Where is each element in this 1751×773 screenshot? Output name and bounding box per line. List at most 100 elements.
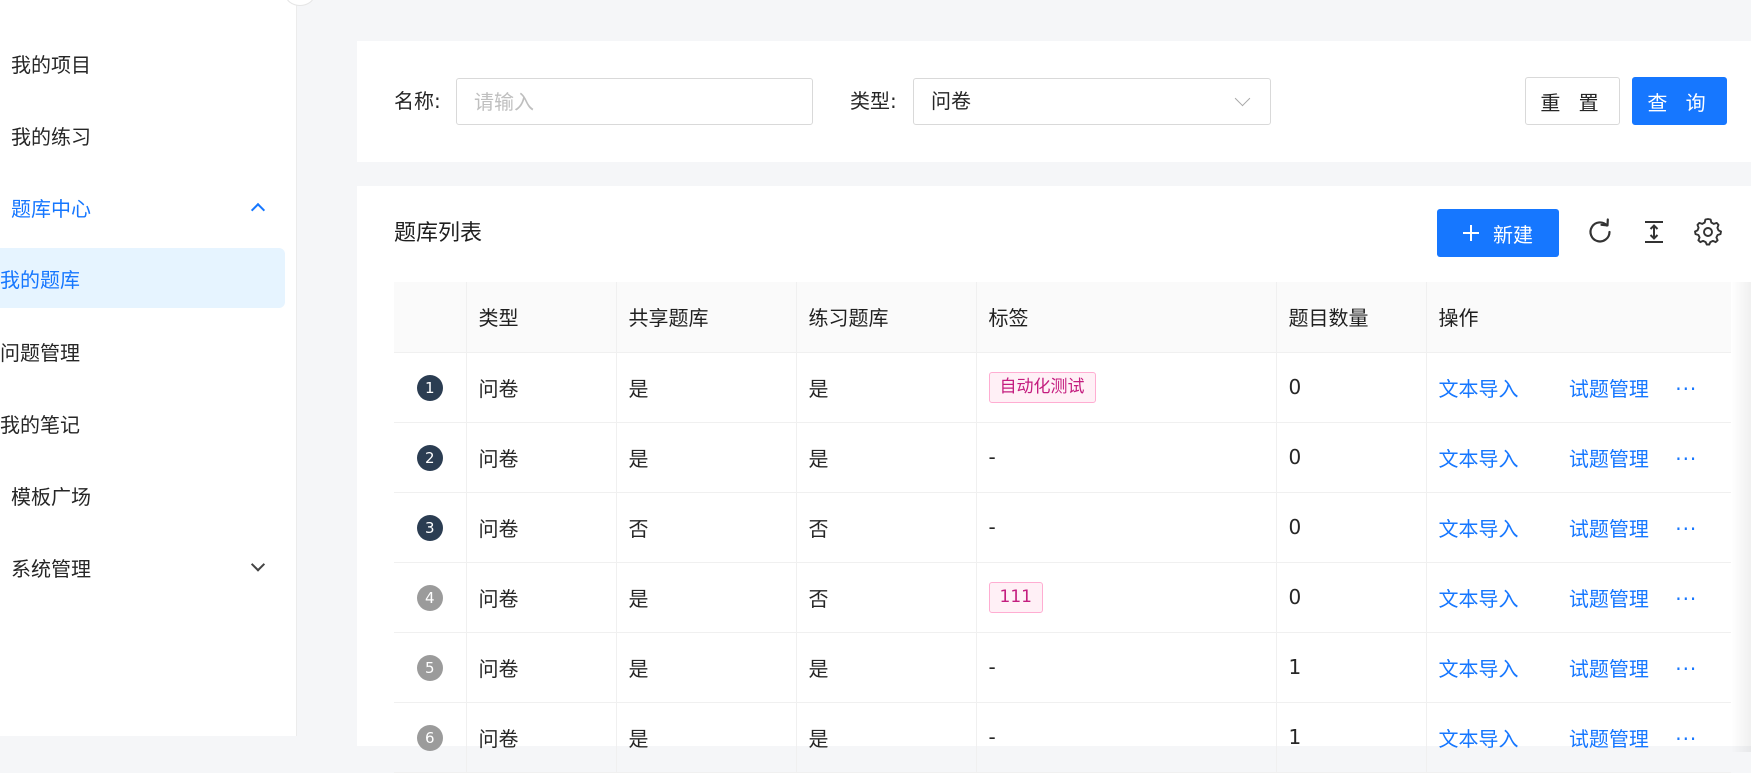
sidebar: 我的项目 我的练习 题库中心 我的题库 问题管理 我的笔记 模板广场 系统管理 (0, 0, 315, 736)
menu-item-label: 我的项目 (11, 52, 91, 77)
cell-type: 问卷 (466, 632, 617, 703)
row-index-badge: 1 (416, 374, 443, 401)
refresh-icon[interactable] (1586, 218, 1614, 246)
cell-type: 问卷 (466, 422, 617, 493)
cell-question-count: 1 (1276, 702, 1427, 773)
menu-item-label: 题库中心 (11, 196, 91, 221)
cell-shared: 是 (616, 352, 797, 423)
menu-item-label: 问题管理 (0, 340, 80, 365)
text-import-link[interactable]: 文本导入 (1439, 517, 1519, 541)
cell-index: 4 (394, 562, 467, 633)
column-header-question-count[interactable]: 题目数量 (1276, 282, 1427, 353)
new-button[interactable]: 新建 (1437, 209, 1559, 257)
search-form: 名称: 类型: 问卷 重 置 查 询 (357, 41, 1751, 162)
cell-index: 6 (394, 702, 467, 773)
more-actions-icon[interactable]: ··· (1675, 657, 1697, 681)
menu-item-my-projects[interactable]: 我的项目 (0, 33, 285, 93)
table-row: 6 问卷 是 是 - 1 文本导入 试题管理 ··· (394, 702, 1731, 773)
row-index-badge: 4 (416, 584, 443, 611)
question-management-link[interactable]: 试题管理 (1569, 587, 1649, 611)
cell-question-count: 0 (1276, 492, 1427, 563)
cell-tags: 111 (976, 562, 1277, 633)
menu-item-label: 我的题库 (0, 267, 80, 292)
more-actions-icon[interactable]: ··· (1675, 727, 1697, 751)
table-row: 4 问卷 是 否 111 0 文本导入 试题管理 ··· (394, 562, 1731, 633)
menu-item-system-management[interactable]: 系统管理 (0, 537, 285, 597)
tag-empty: - (988, 445, 996, 469)
name-input[interactable] (456, 78, 813, 125)
question-management-link[interactable]: 试题管理 (1569, 727, 1649, 751)
question-management-link[interactable]: 试题管理 (1569, 377, 1649, 401)
cell-index: 5 (394, 632, 467, 703)
table-row: 2 问卷 是 是 - 0 文本导入 试题管理 ··· (394, 422, 1731, 493)
row-index-badge: 5 (416, 654, 443, 681)
cell-actions: 文本导入 试题管理 ··· (1426, 562, 1731, 633)
question-management-link[interactable]: 试题管理 (1569, 447, 1649, 471)
text-import-link[interactable]: 文本导入 (1439, 377, 1519, 401)
cell-actions: 文本导入 试题管理 ··· (1426, 352, 1731, 423)
cell-tags: - (976, 702, 1277, 773)
cell-question-count: 1 (1276, 632, 1427, 703)
query-button[interactable]: 查 询 (1632, 77, 1727, 125)
cell-index: 2 (394, 422, 467, 493)
question-management-link[interactable]: 试题管理 (1569, 517, 1649, 541)
more-actions-icon[interactable]: ··· (1675, 517, 1697, 541)
chevron-up-icon (250, 202, 266, 218)
type-field-label: 类型: (850, 89, 897, 113)
text-import-link[interactable]: 文本导入 (1439, 447, 1519, 471)
cell-shared: 否 (616, 492, 797, 563)
type-select[interactable]: 问卷 (913, 78, 1271, 125)
column-header-type[interactable]: 类型 (466, 282, 617, 353)
menu-item-template-plaza[interactable]: 模板广场 (0, 465, 285, 525)
type-select-value: 问卷 (931, 89, 971, 113)
column-height-icon[interactable] (1640, 218, 1668, 246)
tag-empty: - (988, 515, 996, 539)
cell-type: 问卷 (466, 702, 617, 773)
text-import-link[interactable]: 文本导入 (1439, 657, 1519, 681)
table-header-row: 类型 共享题库 练习题库 标签 题目数量 操作 (394, 282, 1731, 353)
sidebar-collapse-button[interactable] (285, 0, 315, 6)
name-field-label: 名称: (394, 89, 441, 113)
cell-type: 问卷 (466, 352, 617, 423)
column-header-tags[interactable]: 标签 (976, 282, 1277, 353)
row-index-badge: 3 (416, 514, 443, 541)
reset-button[interactable]: 重 置 (1525, 77, 1620, 125)
more-actions-icon[interactable]: ··· (1675, 377, 1697, 401)
menu-item-question-management[interactable]: 问题管理 (0, 321, 285, 381)
tag-empty: - (988, 725, 996, 749)
question-bank-table: 类型 共享题库 练习题库 标签 题目数量 操作 1 问卷 是 是 自动化测试 0… (394, 282, 1731, 773)
cell-actions: 文本导入 试题管理 ··· (1426, 492, 1731, 563)
cell-practice: 否 (796, 562, 977, 633)
table-row: 1 问卷 是 是 自动化测试 0 文本导入 试题管理 ··· (394, 352, 1731, 423)
cell-question-count: 0 (1276, 562, 1427, 633)
cell-type: 问卷 (466, 562, 617, 633)
table-row: 3 问卷 否 否 - 0 文本导入 试题管理 ··· (394, 492, 1731, 563)
cell-tags: 自动化测试 (976, 352, 1277, 423)
menu-item-my-notes[interactable]: 我的笔记 (0, 393, 285, 453)
text-import-link[interactable]: 文本导入 (1439, 587, 1519, 611)
menu-item-label: 我的笔记 (0, 412, 80, 437)
cell-tags: - (976, 632, 1277, 703)
menu-item-label: 我的练习 (11, 124, 91, 149)
new-button-label: 新建 (1493, 222, 1533, 247)
column-header-shared[interactable]: 共享题库 (616, 282, 797, 353)
text-import-link[interactable]: 文本导入 (1439, 727, 1519, 751)
cell-shared: 是 (616, 562, 797, 633)
plus-icon (1463, 225, 1479, 241)
column-header-practice[interactable]: 练习题库 (796, 282, 977, 353)
menu-item-my-practice[interactable]: 我的练习 (0, 105, 285, 165)
cell-question-count: 0 (1276, 352, 1427, 423)
menu-item-question-bank-center[interactable]: 题库中心 (0, 177, 285, 237)
tag-empty: - (988, 655, 996, 679)
cell-tags: - (976, 422, 1277, 493)
setting-icon[interactable] (1694, 218, 1722, 246)
column-header-index (394, 282, 467, 353)
cell-index: 3 (394, 492, 467, 563)
question-management-link[interactable]: 试题管理 (1569, 657, 1649, 681)
row-index-badge: 2 (416, 444, 443, 471)
menu-item-my-question-bank[interactable]: 我的题库 (0, 248, 285, 308)
more-actions-icon[interactable]: ··· (1675, 587, 1697, 611)
chevron-down-icon (250, 557, 266, 572)
more-actions-icon[interactable]: ··· (1675, 447, 1697, 471)
cell-index: 1 (394, 352, 467, 423)
